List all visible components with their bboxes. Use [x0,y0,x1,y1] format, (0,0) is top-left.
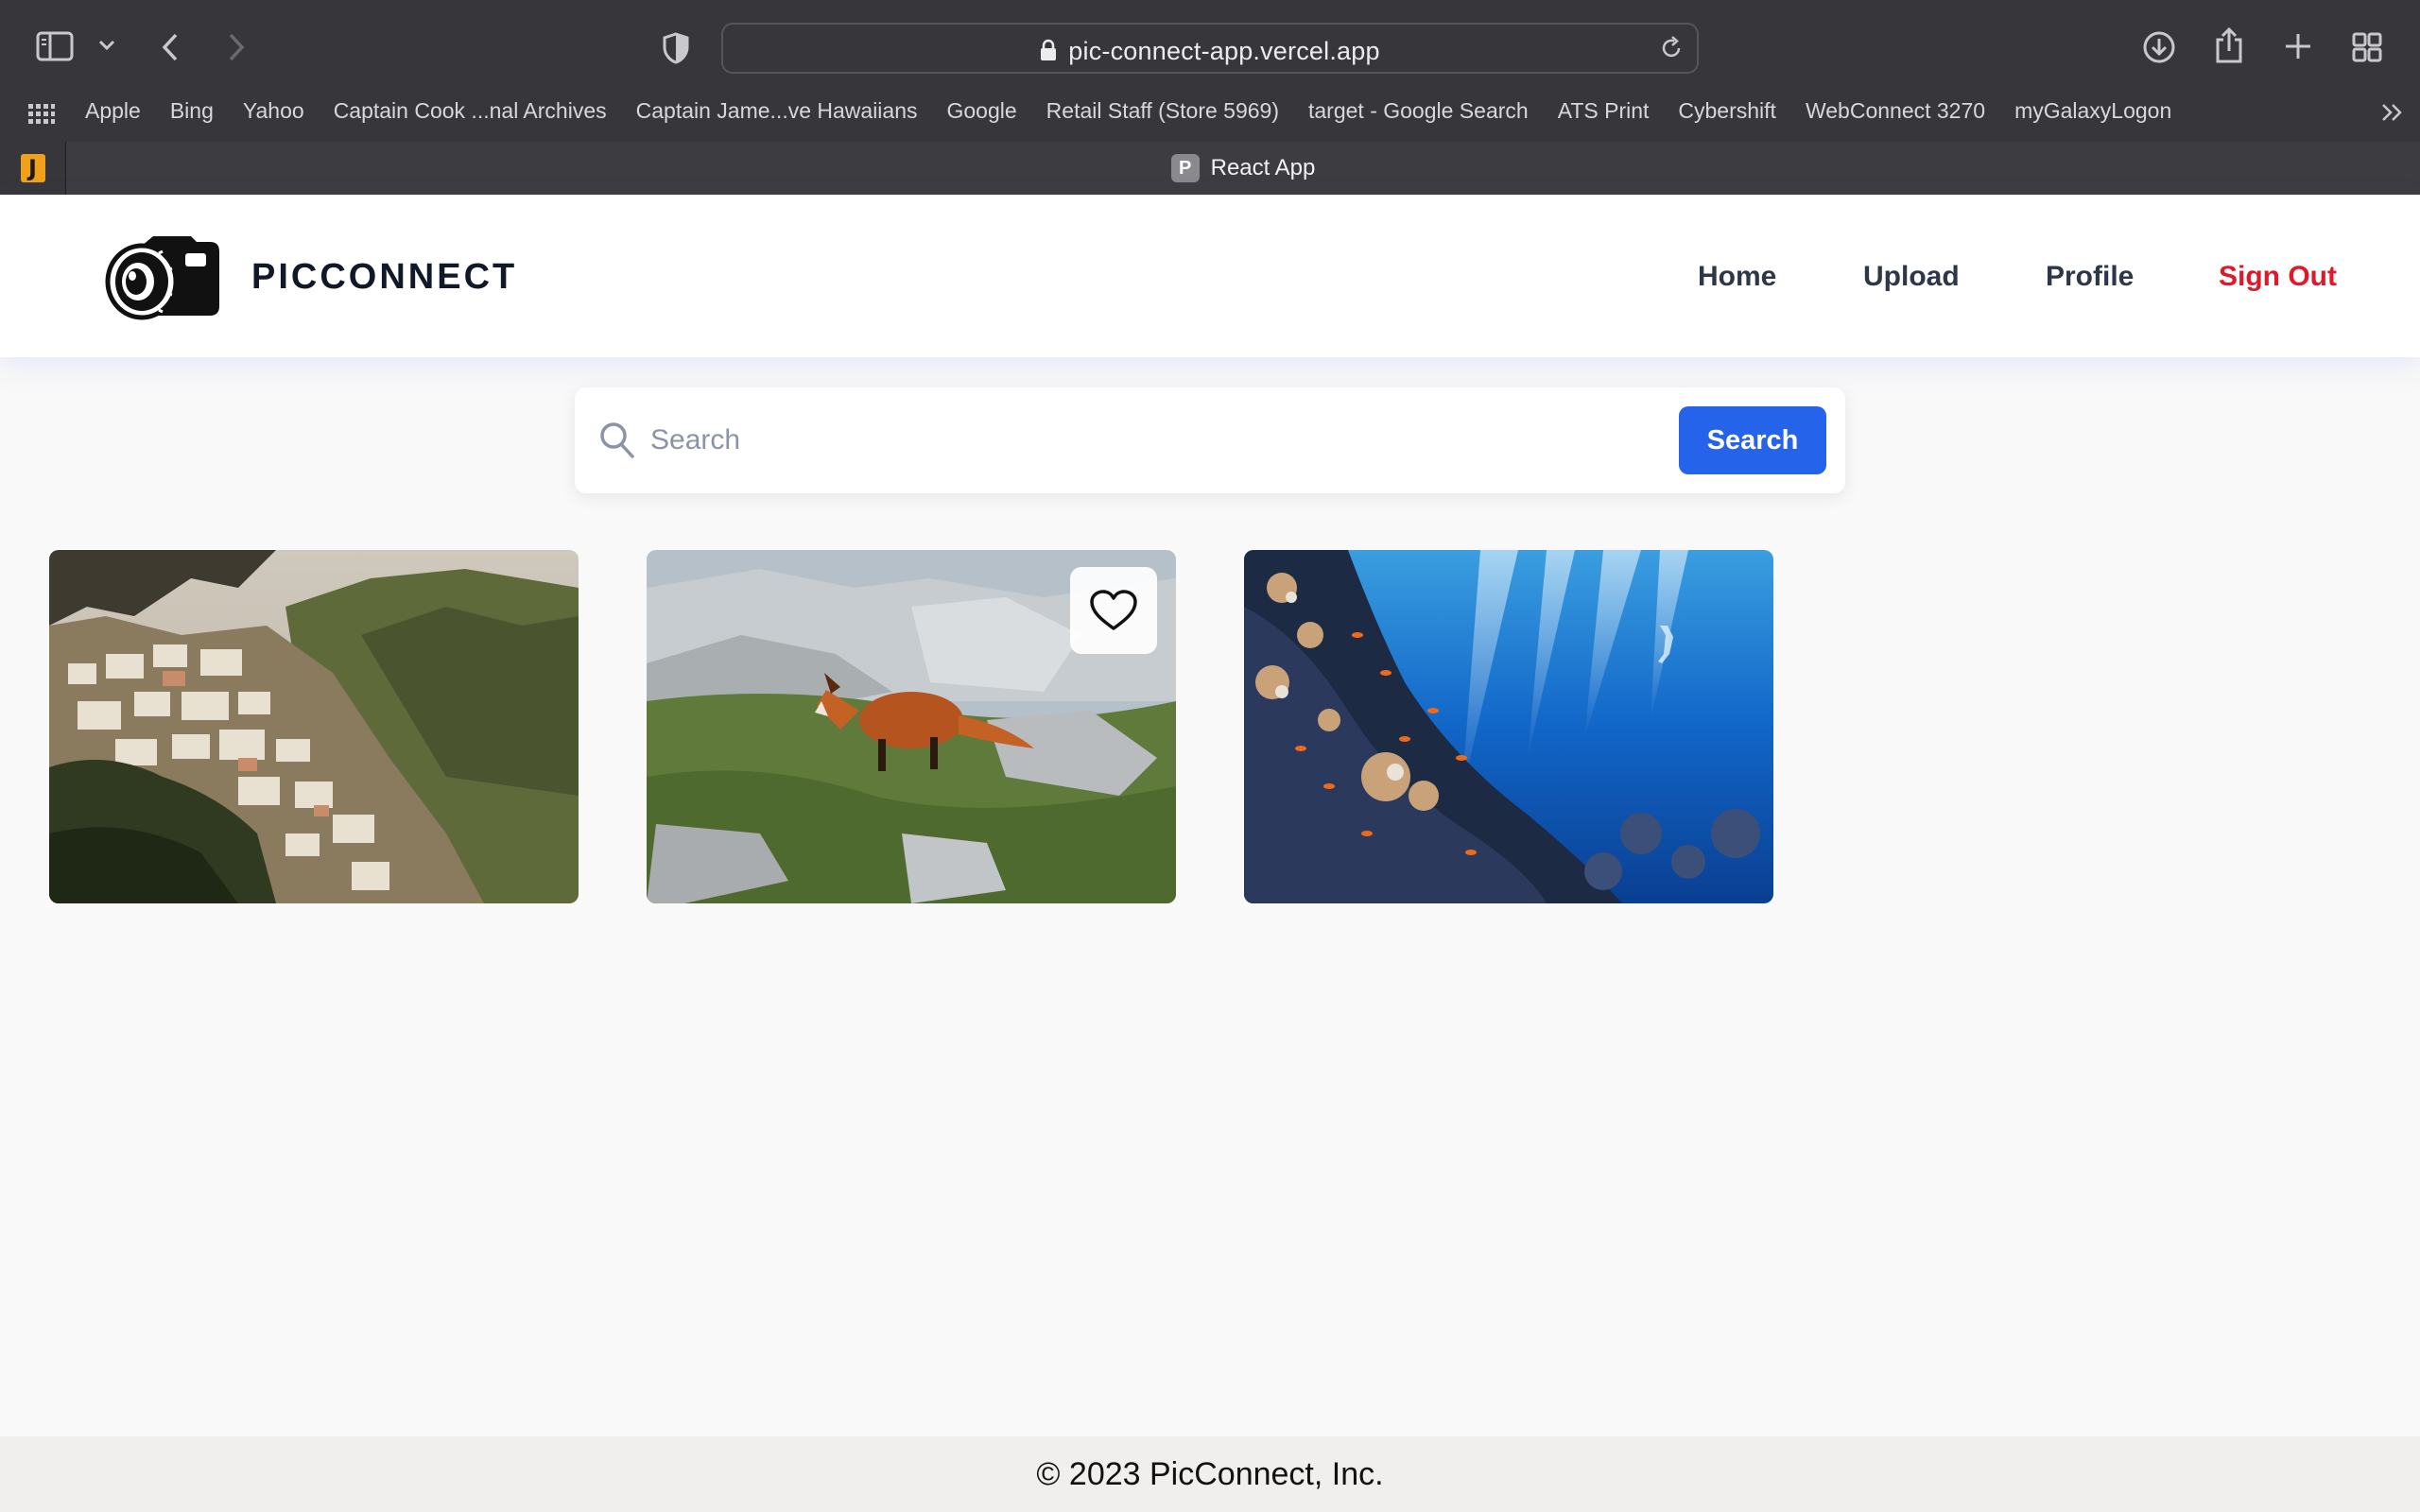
share-icon[interactable] [2214,26,2244,64]
bookmark-cybershift[interactable]: Cybershift [1678,98,1776,124]
favorite-button[interactable] [1070,567,1157,654]
active-tab[interactable]: P React App [66,142,2420,195]
tab-overview-icon[interactable] [2352,32,2382,62]
search-bar: Search [575,387,1845,493]
new-tab-icon[interactable] [2284,32,2312,60]
bookmark-target-search[interactable]: target - Google Search [1308,98,1529,124]
url-text: pic-connect-app.vercel.app [1068,37,1380,65]
bookmark-bing[interactable]: Bing [170,98,214,124]
bookmarks-overflow-icon[interactable] [2380,102,2405,128]
bookmark-mygalaxylogon[interactable]: myGalaxyLogon [2014,98,2171,124]
photo-card-village[interactable] [49,550,579,903]
heart-icon [1090,590,1137,630]
browser-chrome: pic-connect-app.vercel.app Apple Bing Ya… [0,0,2420,195]
pinned-tab[interactable]: J [0,142,66,195]
search-button[interactable]: Search [1679,406,1826,474]
reload-icon[interactable] [1659,36,1684,65]
apps-grid-icon[interactable] [28,104,55,129]
footer: © 2023 PicConnect, Inc. [0,1436,2420,1512]
village-photo [49,550,579,903]
photo-card-fox[interactable] [647,550,1176,903]
nav-sign-out[interactable]: Sign Out [2219,261,2337,293]
bookmark-ats-print[interactable]: ATS Print [1558,98,1650,124]
privacy-shield-icon[interactable] [662,32,690,64]
nav-home[interactable]: Home [1698,261,1776,293]
bookmarks-bar: Apple Bing Yahoo Captain Cook ...nal Arc… [85,98,2201,124]
bookmark-apple[interactable]: Apple [85,98,141,124]
search-icon [599,421,635,464]
reef-photo [1244,550,1773,903]
bookmark-google[interactable]: Google [947,98,1017,124]
bookmark-captain-cook[interactable]: Captain Cook ...nal Archives [334,98,607,124]
chevron-down-icon[interactable] [98,40,115,51]
tab-favicon: P [1170,154,1200,182]
tab-title: React App [1210,155,1316,180]
copyright-text: © 2023 PicConnect, Inc. [1036,1455,1384,1492]
bookmark-webconnect[interactable]: WebConnect 3270 [1806,98,1985,124]
search-input[interactable] [650,412,1596,469]
brand-name[interactable]: PICCONNECT [251,257,517,298]
bookmark-yahoo[interactable]: Yahoo [243,98,304,124]
tab-bar: J P React App [0,142,2420,195]
bookmark-captain-james[interactable]: Captain Jame...ve Hawaiians [636,98,918,124]
browser-toolbar: pic-connect-app.vercel.app [0,0,2420,94]
nav-profile[interactable]: Profile [2046,261,2134,293]
app-header: PICCONNECT Home Upload Profile Sign Out [0,195,2420,357]
back-icon[interactable] [161,32,180,62]
nav-upload[interactable]: Upload [1863,261,1960,293]
forward-icon[interactable] [227,32,246,62]
camera-logo-icon[interactable] [104,232,223,321]
photo-card-reef[interactable] [1244,550,1773,903]
bookmark-retail-staff[interactable]: Retail Staff (Store 5969) [1046,98,1279,124]
downloads-icon[interactable] [2142,30,2176,64]
sidebar-toggle-icon[interactable] [36,30,74,62]
address-bar[interactable]: pic-connect-app.vercel.app [721,23,1699,74]
lock-icon [1041,39,1057,60]
pinned-tab-favicon: J [20,154,45,182]
